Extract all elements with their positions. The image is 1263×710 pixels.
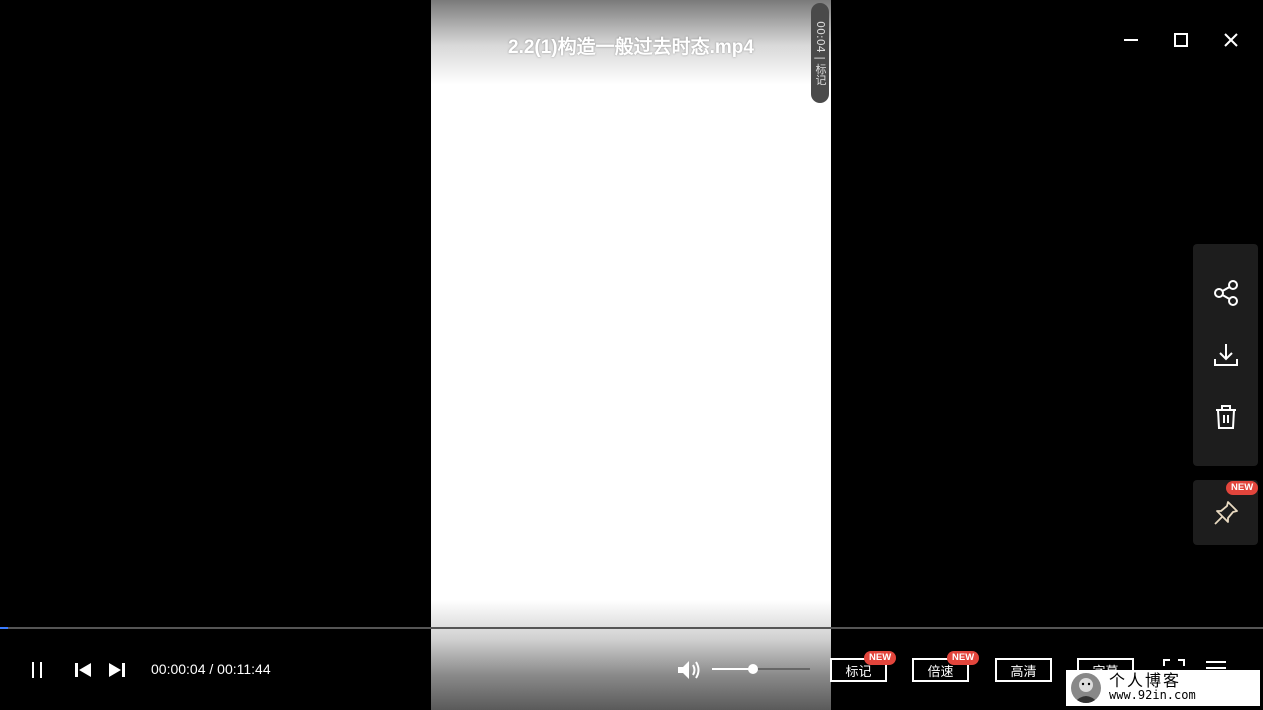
avatar-icon: [1074, 678, 1098, 703]
share-button[interactable]: [1193, 262, 1258, 324]
pause-icon: [32, 662, 42, 678]
quality-button[interactable]: 高清: [995, 658, 1052, 682]
previous-button[interactable]: [70, 657, 96, 683]
mark-new-badge: NEW: [864, 651, 897, 665]
trash-icon: [1215, 405, 1236, 429]
pin-icon: [1213, 500, 1238, 525]
minimize-icon: [1124, 39, 1138, 41]
download-button[interactable]: [1193, 324, 1258, 386]
progress-bar[interactable]: [0, 627, 1263, 629]
volume-icon: [678, 661, 700, 679]
mark-timestamp-text: 00:04 | 标记: [814, 21, 827, 86]
pin-new-badge: NEW: [1226, 481, 1259, 495]
speed-new-badge: NEW: [947, 651, 980, 665]
skip-next-icon: [109, 663, 125, 677]
watermark: 个人博客 www.92in.com: [1066, 670, 1260, 706]
quality-button-label: 高清: [1010, 664, 1037, 680]
progress-fill: [0, 627, 8, 629]
skip-previous-icon: [75, 663, 91, 677]
video-title: 2.2(1)构造一般过去时态.mp4: [508, 37, 754, 58]
playback-time: 00:00:04 / 00:11:44: [151, 661, 271, 677]
mark-timestamp-tag[interactable]: 00:04 | 标记: [811, 3, 829, 103]
close-icon: [1224, 33, 1238, 47]
volume-fill: [712, 668, 754, 670]
next-button[interactable]: [104, 657, 130, 683]
close-button[interactable]: [1217, 26, 1245, 54]
watermark-logo: [1071, 673, 1101, 703]
watermark-url: www.92in.com: [1109, 688, 1196, 702]
delete-button[interactable]: [1193, 386, 1258, 448]
volume-slider[interactable]: [712, 664, 810, 674]
video-frame[interactable]: [431, 0, 831, 710]
side-tool-panel: [1193, 244, 1258, 466]
share-icon: [1213, 280, 1238, 306]
maximize-icon: [1174, 33, 1188, 47]
pause-button[interactable]: [24, 657, 50, 683]
maximize-button[interactable]: [1167, 26, 1195, 54]
volume-button[interactable]: [675, 656, 703, 684]
minimize-button[interactable]: [1117, 26, 1145, 54]
download-icon: [1213, 344, 1238, 366]
watermark-title: 个人博客: [1109, 671, 1182, 690]
